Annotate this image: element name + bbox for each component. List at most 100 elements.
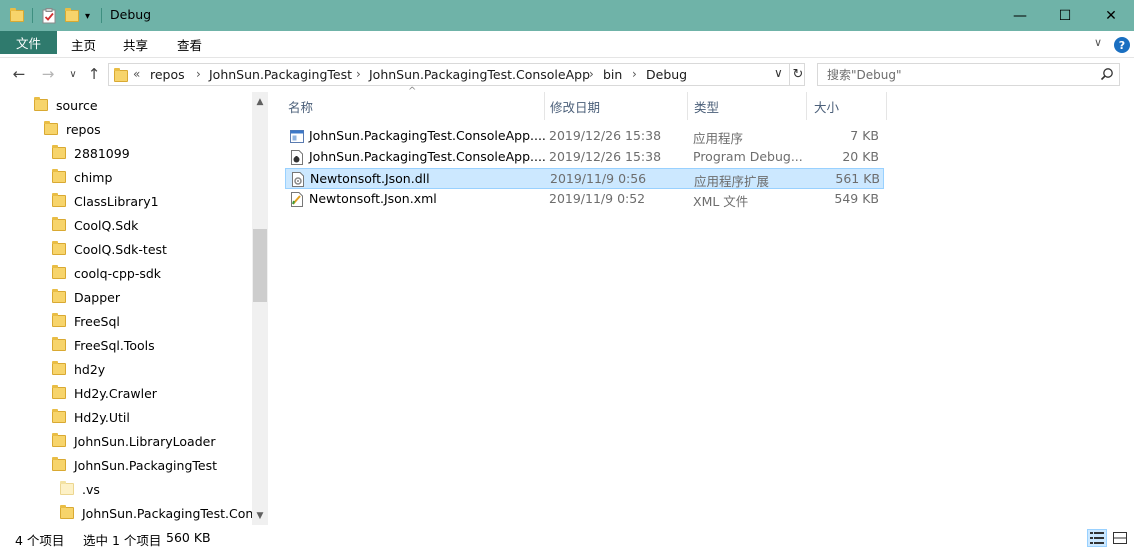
search-icon[interactable] xyxy=(1100,67,1114,81)
xml-icon xyxy=(290,192,304,207)
nav-tree-item[interactable]: 2881099 xyxy=(52,141,130,165)
ribbon-tabs: 文件 主页 共享 查看 ∨ ? xyxy=(0,31,1134,58)
forward-button[interactable]: → xyxy=(40,65,56,83)
nav-tree-item[interactable]: source xyxy=(34,93,98,117)
column-divider[interactable] xyxy=(886,92,887,120)
nav-tree-label: ClassLibrary1 xyxy=(74,193,159,209)
properties-icon[interactable] xyxy=(42,6,56,26)
address-dropdown[interactable]: ∨ xyxy=(774,66,783,80)
breadcrumb-separator[interactable]: › xyxy=(356,67,361,81)
breadcrumb-repos[interactable]: repos xyxy=(150,67,185,82)
folder-icon xyxy=(52,457,66,471)
file-type: Program Debug... xyxy=(693,149,803,164)
address-bar[interactable]: « repos › JohnSun.PackagingTest › JohnSu… xyxy=(108,63,805,86)
breadcrumb-separator[interactable]: › xyxy=(196,67,201,81)
nav-tree-label: coolq-cpp-sdk xyxy=(74,265,162,281)
column-header-modified[interactable]: 修改日期 xyxy=(542,92,686,120)
file-row[interactable]: JohnSun.PackagingTest.ConsoleApp.... 2019… xyxy=(285,126,884,147)
breadcrumb-bin[interactable]: bin xyxy=(603,67,622,82)
search-box[interactable] xyxy=(817,63,1120,86)
file-row[interactable]: Newtonsoft.Json.xml 2019/11/9 0:52 XML 文件 5… xyxy=(285,189,884,210)
column-header-size[interactable]: 大小 xyxy=(806,92,886,120)
nav-tree-item[interactable]: JohnSun.LibraryLoader xyxy=(52,429,215,453)
nav-tree-item[interactable]: FreeSql.Tools xyxy=(52,333,155,357)
folder-icon xyxy=(52,217,66,231)
customize-quick-access-dropdown[interactable]: ▾ xyxy=(85,6,90,26)
folder-icon xyxy=(52,145,66,159)
nav-tree-label: CoolQ.Sdk-test xyxy=(74,241,167,257)
close-button[interactable]: ✕ xyxy=(1088,0,1134,31)
breadcrumb-separator[interactable]: › xyxy=(632,67,637,81)
search-input[interactable] xyxy=(818,64,1098,85)
nav-tree-label: FreeSql.Tools xyxy=(74,337,155,353)
folder-icon xyxy=(44,121,58,135)
folder-icon xyxy=(52,241,66,255)
nav-tree-label: 2881099 xyxy=(74,145,130,161)
maximize-button[interactable]: ☐ xyxy=(1042,0,1088,31)
nav-tree-label: JohnSun.LibraryLoader xyxy=(74,433,216,449)
nav-scrollbar[interactable]: ▲ ▼ xyxy=(252,92,268,525)
file-name: Newtonsoft.Json.xml xyxy=(309,191,437,206)
file-name: Newtonsoft.Json.dll xyxy=(310,171,430,186)
nav-tree-item[interactable]: repos xyxy=(44,117,101,141)
selection-count: 选中 1 个项目 xyxy=(83,533,162,548)
nav-tree-label: hd2y xyxy=(74,361,106,377)
breadcrumb-debug[interactable]: Debug xyxy=(646,67,687,82)
nav-tree-item[interactable]: FreeSql xyxy=(52,309,120,333)
refresh-button[interactable]: ↻ xyxy=(789,64,806,85)
nav-tree-item[interactable]: Hd2y.Crawler xyxy=(52,381,157,405)
details-view-button[interactable] xyxy=(1087,529,1107,547)
scroll-up-arrow[interactable]: ▲ xyxy=(252,94,268,110)
recent-locations-button[interactable]: ∨ xyxy=(65,66,81,82)
expand-ribbon-icon[interactable]: ∨ xyxy=(1094,36,1102,49)
title-bar: ▾ Debug — ☐ ✕ xyxy=(0,0,1134,31)
breadcrumb-overflow[interactable]: « xyxy=(133,67,140,81)
pdb-icon xyxy=(290,150,304,165)
file-row[interactable]: JohnSun.PackagingTest.ConsoleApp.... 2019… xyxy=(285,147,884,168)
tab-view[interactable]: 查看 xyxy=(177,35,202,54)
nav-tree-item[interactable]: CoolQ.Sdk-test xyxy=(52,237,167,261)
tab-share[interactable]: 共享 xyxy=(123,35,148,54)
up-button[interactable]: ↑ xyxy=(86,65,102,83)
nav-tree-item[interactable]: chimp xyxy=(52,165,112,189)
column-header-name[interactable]: 名称 xyxy=(280,92,544,120)
folder-icon xyxy=(52,193,66,207)
nav-tree-item[interactable]: ClassLibrary1 xyxy=(52,189,159,213)
tab-home[interactable]: 主页 xyxy=(71,35,96,54)
scroll-thumb[interactable] xyxy=(253,229,267,302)
nav-tree-item[interactable]: JohnSun.PackagingTest.Consc xyxy=(60,501,267,525)
file-row[interactable]: Newtonsoft.Json.dll 2019/11/9 0:56 应用程序扩展 5… xyxy=(285,168,884,189)
breadcrumb-packagingtest[interactable]: JohnSun.PackagingTest xyxy=(209,67,352,82)
nav-tree-label: CoolQ.Sdk xyxy=(74,217,139,233)
nav-tree-item[interactable]: coolq-cpp-sdk xyxy=(52,261,161,285)
minimize-button[interactable]: — xyxy=(997,0,1043,31)
nav-tree-label: Hd2y.Crawler xyxy=(74,385,157,401)
tab-file[interactable]: 文件 xyxy=(0,31,57,54)
breadcrumb-consoleapp[interactable]: JohnSun.PackagingTest.ConsoleApp xyxy=(369,67,590,82)
folder-icon xyxy=(52,313,66,327)
new-folder-icon[interactable] xyxy=(65,6,79,26)
file-name: JohnSun.PackagingTest.ConsoleApp.... xyxy=(309,149,546,164)
help-icon[interactable]: ? xyxy=(1114,37,1130,53)
folder-icon xyxy=(52,265,66,279)
breadcrumb-separator[interactable]: › xyxy=(589,67,594,81)
nav-tree-item[interactable]: CoolQ.Sdk xyxy=(52,213,138,237)
scroll-down-arrow[interactable]: ▼ xyxy=(252,508,268,524)
nav-tree-item[interactable]: .vs xyxy=(60,477,100,501)
status-bar: 4 个项目 选中 1 个项目 560 KB xyxy=(0,525,1134,550)
nav-tree-item[interactable]: JohnSun.PackagingTest xyxy=(52,453,217,477)
column-header-type[interactable]: 类型 xyxy=(686,92,806,120)
nav-tree-label: .vs xyxy=(82,481,100,497)
folder-icon xyxy=(52,169,66,183)
folder-icon xyxy=(60,481,74,495)
large-icons-view-button[interactable] xyxy=(1110,529,1130,547)
nav-tree-item[interactable]: Hd2y.Util xyxy=(52,405,130,429)
back-button[interactable]: ← xyxy=(11,65,27,83)
nav-tree-item[interactable]: Dapper xyxy=(52,285,120,309)
file-size: 549 KB xyxy=(834,191,879,206)
folder-icon xyxy=(52,337,66,351)
nav-tree-item[interactable]: hd2y xyxy=(52,357,105,381)
large-icons-view-icon xyxy=(1113,532,1127,544)
details-view-icon xyxy=(1090,532,1104,544)
nav-tree-label: JohnSun.PackagingTest xyxy=(74,457,217,473)
